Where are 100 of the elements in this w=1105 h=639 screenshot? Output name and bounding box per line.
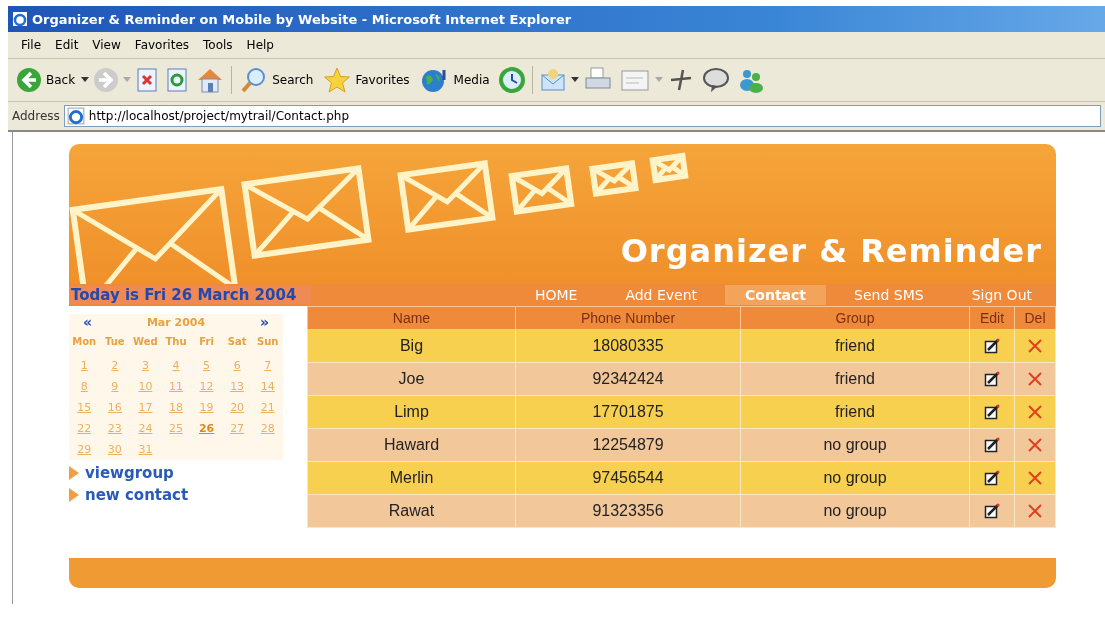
site-title: Organizer & Reminder xyxy=(620,232,1042,270)
nav-link[interactable]: Add Event xyxy=(605,285,718,305)
delete-icon[interactable] xyxy=(1027,338,1043,354)
nav-link[interactable]: Send SMS xyxy=(834,285,944,305)
calendar-day[interactable]: 26 xyxy=(191,422,222,435)
calendar-day[interactable]: 13 xyxy=(221,380,253,393)
weekday-label: Tue xyxy=(104,336,126,347)
weekday-label: Sat xyxy=(226,336,248,347)
weekday-label: Fri xyxy=(198,336,215,347)
sidebar-link[interactable]: viewgroup xyxy=(69,464,307,482)
weekday-label: Wed xyxy=(132,336,159,347)
search-button[interactable]: Search xyxy=(238,66,316,94)
column-header: Edit xyxy=(969,306,1015,330)
speech-bubble-icon[interactable] xyxy=(700,66,731,94)
table-cell: friend xyxy=(740,395,970,429)
caret-icon[interactable] xyxy=(570,77,579,83)
weekday-label: Thu xyxy=(164,336,188,347)
edit-icon[interactable] xyxy=(984,404,1000,420)
calendar-day[interactable]: 16 xyxy=(99,401,131,414)
month-label: Mar 2004 xyxy=(146,315,206,329)
calendar-day[interactable]: 9 xyxy=(99,380,131,393)
table-cell: 91323356 xyxy=(515,494,741,528)
address-field[interactable]: http://localhost/project/mytrail/Contact.php xyxy=(63,105,1101,127)
calendar-day[interactable]: 30 xyxy=(99,443,131,456)
edit-icon[interactable] xyxy=(984,338,1000,354)
address-label: Address xyxy=(12,109,60,123)
calendar-day[interactable]: 14 xyxy=(252,380,283,393)
delete-icon[interactable] xyxy=(1027,371,1043,387)
calendar-day[interactable]: 18 xyxy=(160,401,192,414)
calendar-day[interactable]: 21 xyxy=(252,401,283,414)
calendar-day[interactable]: 2 xyxy=(99,359,131,372)
calendar-day[interactable]: 12 xyxy=(191,380,222,393)
delete-icon[interactable] xyxy=(1027,404,1043,420)
calendar-day[interactable]: 6 xyxy=(221,359,253,372)
triangle-icon xyxy=(69,466,79,480)
date-banner: Today is Fri 26 March 2004 xyxy=(69,286,311,304)
next-month-link[interactable]: » xyxy=(259,314,269,330)
table-cell: Haward xyxy=(307,428,516,462)
calendar-day[interactable]: 28 xyxy=(252,422,283,435)
calendar-day[interactable]: 15 xyxy=(69,401,100,414)
calendar-day[interactable]: 25 xyxy=(160,422,192,435)
table-cell: no group xyxy=(740,428,970,462)
delete-icon[interactable] xyxy=(1027,503,1043,519)
edit-icon[interactable] xyxy=(984,371,1000,387)
favorites-button[interactable]: Favorites xyxy=(321,66,412,94)
calendar-day[interactable]: 17 xyxy=(130,401,161,414)
nav-link[interactable]: HOME xyxy=(514,285,598,305)
table-cell: no group xyxy=(740,461,970,495)
back-button[interactable]: Back xyxy=(14,67,78,93)
table-cell: Big xyxy=(307,329,516,363)
menu-item[interactable]: Favorites xyxy=(129,38,195,52)
table-cell: Joe xyxy=(307,362,516,396)
sidebar-link[interactable]: new contact xyxy=(69,486,307,504)
edit-icon[interactable] xyxy=(984,470,1000,486)
star-icon xyxy=(323,66,352,94)
calendar-day[interactable]: 27 xyxy=(221,422,253,435)
previous-month-link[interactable]: « xyxy=(83,314,93,330)
calendar-day[interactable]: 11 xyxy=(160,380,192,393)
menu-item[interactable]: Help xyxy=(241,38,279,52)
table-cell: 12254879 xyxy=(515,428,741,462)
table-cell: 97456544 xyxy=(515,461,741,495)
edit-icon[interactable] xyxy=(984,503,1000,519)
nav-link[interactable]: Sign Out xyxy=(951,285,1052,305)
stop-icon[interactable] xyxy=(135,67,160,93)
column-header: Del xyxy=(1014,306,1056,330)
table-cell: 17701875 xyxy=(515,395,741,429)
caret-icon[interactable] xyxy=(81,77,90,83)
calendar-day[interactable]: 19 xyxy=(191,401,222,414)
menu-item[interactable]: File xyxy=(16,38,47,52)
calendar-day[interactable]: 5 xyxy=(191,359,222,372)
media-button[interactable]: Media xyxy=(417,66,492,94)
delete-icon[interactable] xyxy=(1027,437,1043,453)
calendar-day[interactable]: 20 xyxy=(221,401,253,414)
calendar-day[interactable]: 23 xyxy=(99,422,131,435)
menu-item[interactable]: Tools xyxy=(198,38,238,52)
calendar-day[interactable]: 3 xyxy=(130,359,161,372)
table-cell: friend xyxy=(740,362,970,396)
edit-icon[interactable] xyxy=(984,437,1000,453)
page-icon xyxy=(66,107,85,125)
menu-item[interactable]: View xyxy=(87,38,126,52)
history-icon[interactable] xyxy=(497,66,526,94)
delete-icon[interactable] xyxy=(1027,470,1043,486)
calendar-day[interactable]: 10 xyxy=(130,380,161,393)
column-header: Name xyxy=(307,306,516,330)
table-cell: friend xyxy=(740,329,970,363)
refresh-icon[interactable] xyxy=(165,67,190,93)
calendar-day[interactable]: 24 xyxy=(130,422,161,435)
calendar-day[interactable]: 31 xyxy=(130,443,161,456)
calendar-day[interactable]: 8 xyxy=(69,380,100,393)
menu-item[interactable]: Edit xyxy=(50,38,84,52)
table-cell: Limp xyxy=(307,395,516,429)
calendar-day[interactable]: 22 xyxy=(69,422,100,435)
table-cell: 18080335 xyxy=(515,329,741,363)
calendar-day[interactable]: 29 xyxy=(69,443,100,456)
calendar-day[interactable]: 7 xyxy=(252,359,283,372)
browser-icon xyxy=(12,11,28,27)
calendar-day[interactable]: 1 xyxy=(69,359,100,372)
table-cell: no group xyxy=(740,494,970,528)
nav-link[interactable]: Contact xyxy=(725,285,827,305)
calendar-day[interactable]: 4 xyxy=(160,359,192,372)
